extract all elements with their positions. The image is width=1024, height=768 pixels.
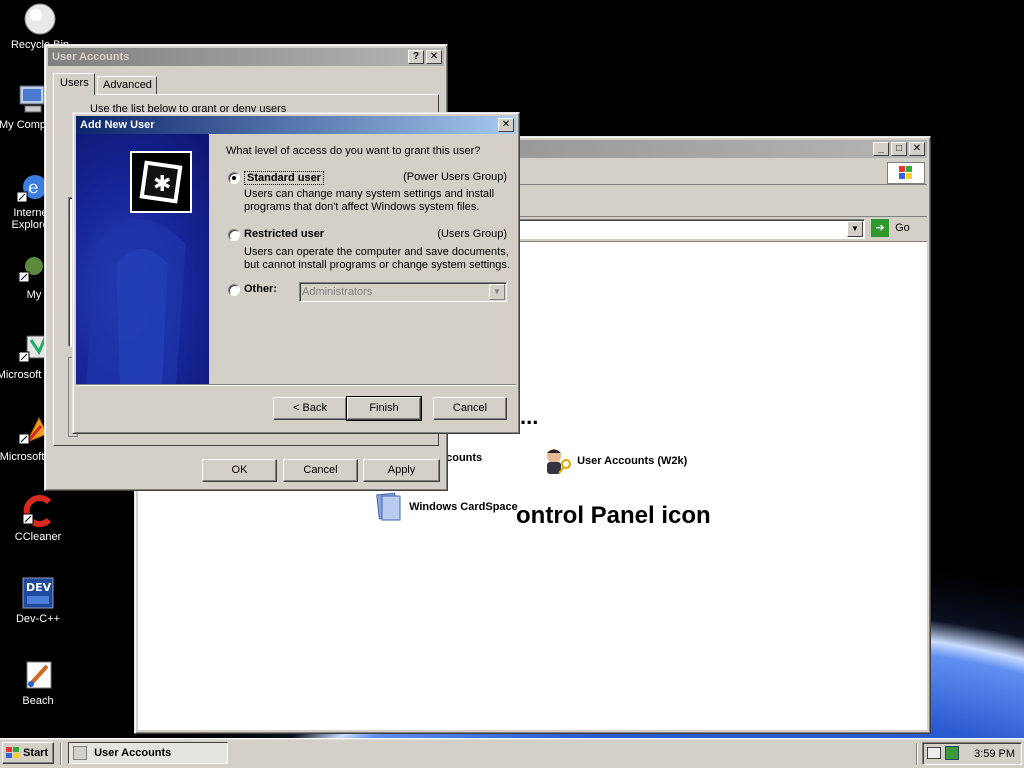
other-group-select: Administrators ▼ (299, 282, 507, 302)
user-accounts-task-icon (73, 746, 87, 760)
other-group-select-value: Administrators (302, 286, 373, 298)
option-restricted-user-group: (Users Group) (437, 228, 507, 240)
window-title: User Accounts (52, 51, 130, 63)
wizard-banner: ✱ (76, 134, 209, 384)
windows-flag-icon (6, 746, 20, 759)
svg-text:✱: ✱ (153, 172, 171, 197)
close-button[interactable]: ✕ (426, 50, 442, 64)
go-arrow-icon: ➔ (871, 219, 889, 237)
cp-item-label: User Accounts (W2k) (577, 455, 688, 467)
back-button[interactable]: < Back (273, 397, 347, 420)
minimize-button[interactable]: _ (873, 142, 889, 156)
devcpp-icon: DEV (21, 576, 55, 610)
close-button[interactable]: ✕ (498, 118, 514, 132)
keyboard-icon[interactable] (927, 747, 941, 759)
ccleaner-icon (21, 494, 55, 528)
heading-fragment: ... (520, 404, 539, 429)
cardspace-icon (374, 492, 406, 522)
option-other-label[interactable]: Other: (244, 283, 277, 295)
start-button[interactable]: Start (2, 742, 54, 764)
dialog-separator (76, 384, 516, 386)
windows-logo-icon (887, 162, 925, 184)
clock[interactable]: 3:59 PM (974, 748, 1015, 760)
desktop-icon-beach[interactable]: Beach (0, 658, 76, 707)
desktop-icon-label: Beach (22, 695, 54, 707)
tab-advanced[interactable]: Advanced (97, 76, 157, 95)
tab-label: Users (60, 77, 89, 89)
user-accounts-w2k-icon (542, 446, 574, 476)
heading-title: ontrol Panel icon (516, 502, 711, 529)
add-new-user-dialog: Add New User ✕ ✱ What level of access do… (72, 112, 520, 434)
radio-standard-user[interactable] (228, 172, 240, 184)
option-standard-user-group: (Power Users Group) (403, 171, 507, 183)
tab-label: Advanced (103, 79, 152, 91)
dialog-title: Add New User (80, 119, 155, 131)
cancel-button[interactable]: Cancel (433, 397, 507, 420)
cp-item-windows-cardspace[interactable]: Windows CardSpace (374, 492, 518, 522)
add-new-user-titlebar: Add New User ✕ (76, 116, 516, 134)
taskbar-divider (60, 743, 62, 765)
finish-button[interactable]: Finish (346, 396, 422, 421)
option-restricted-user-label[interactable]: Restricted user (244, 228, 324, 240)
help-button[interactable]: ? (408, 50, 424, 64)
maximize-button[interactable]: □ (891, 142, 907, 156)
paint-icon (21, 658, 55, 692)
user-key-icon: ✱ (130, 151, 192, 213)
address-dropdown-button[interactable]: ▼ (847, 221, 863, 237)
option-restricted-user-desc: Users can operate the computer and save … (244, 246, 510, 271)
radio-other[interactable] (228, 284, 240, 296)
option-standard-user-label[interactable]: Standard user (244, 171, 324, 185)
network-tray-icon[interactable] (945, 746, 959, 760)
desktop-icon-dev-cpp[interactable]: DEV Dev-C++ (0, 576, 76, 625)
close-button[interactable]: ✕ (909, 142, 925, 156)
chevron-down-icon: ▼ (489, 284, 505, 300)
cancel-button[interactable]: Cancel (283, 459, 358, 482)
taskbar-button-user-accounts[interactable]: User Accounts (68, 742, 228, 764)
system-tray: 3:59 PM (922, 742, 1022, 765)
taskbar-divider (916, 743, 918, 765)
task-label: User Accounts (94, 747, 172, 759)
apply-button[interactable]: Apply (363, 459, 440, 482)
go-button[interactable]: ➔ Go (871, 219, 919, 239)
cp-item-label: Windows CardSpace (409, 501, 518, 513)
radio-restricted-user[interactable] (228, 229, 240, 241)
cp-item-user-accounts-w2k[interactable]: User Accounts (W2k) (542, 446, 687, 476)
desktop-icon-ccleaner[interactable]: CCleaner (0, 494, 76, 543)
recycle-bin-icon (23, 2, 57, 36)
desktop-icon-label: Dev-C++ (15, 613, 61, 625)
question-text: What level of access do you want to gran… (226, 145, 481, 157)
tab-users[interactable]: Users (53, 73, 95, 95)
taskbar: Start User Accounts 3:59 PM (0, 738, 1024, 768)
user-accounts-titlebar: User Accounts ? ✕ (48, 48, 444, 66)
start-label: Start (23, 747, 49, 760)
ok-button[interactable]: OK (202, 459, 277, 482)
svg-text:DEV: DEV (26, 581, 52, 594)
desktop-icon-label: CCleaner (14, 531, 62, 543)
svg-text:e: e (28, 177, 39, 198)
option-standard-user-desc: Users can change many system settings an… (244, 188, 495, 213)
go-label: Go (895, 222, 910, 234)
